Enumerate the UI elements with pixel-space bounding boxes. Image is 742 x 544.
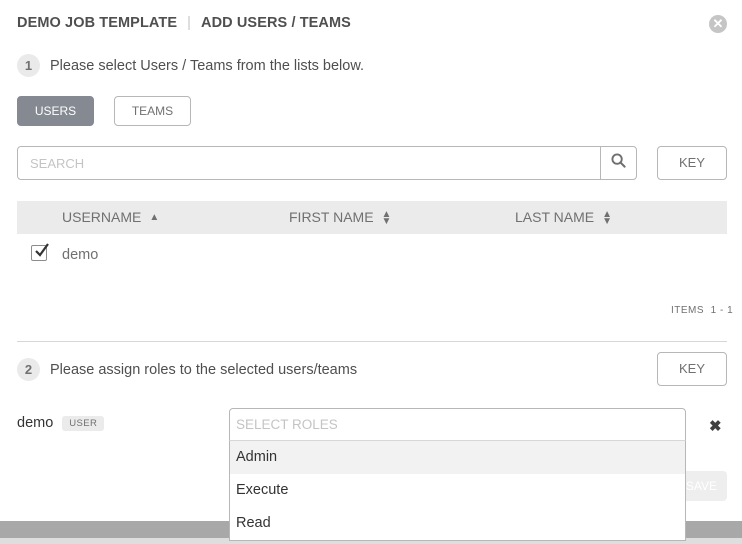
column-first-name[interactable]: FIRST NAME ▲ ▼ [289, 201, 391, 234]
search-bar [17, 146, 637, 180]
roles-input[interactable] [230, 409, 685, 440]
step-instruction: Please assign roles to the selected user… [50, 361, 358, 378]
save-button[interactable]: SAVE [682, 471, 727, 501]
row-checkbox[interactable] [31, 243, 49, 261]
tab-teams[interactable]: TEAMS [114, 96, 191, 126]
items-range: 1 - 1 [710, 305, 734, 316]
items-count: ITEMS 1 - 1 [671, 305, 733, 316]
step-number: 1 [17, 54, 40, 77]
step-1: 1 Please select Users / Teams from the l… [17, 54, 364, 77]
close-icon[interactable]: ✖ [709, 417, 722, 435]
add-users-teams-modal: DEMO JOB TEMPLATE | ADD USERS / TEAMS ✕ … [0, 0, 742, 541]
header-separator: | [187, 15, 192, 31]
search-button[interactable] [600, 147, 636, 179]
section-divider [17, 341, 727, 342]
column-last-name-label: LAST NAME [515, 209, 595, 225]
role-option-read[interactable]: Read [230, 507, 685, 540]
items-label: ITEMS [671, 305, 705, 316]
dialog-title: ADD USERS / TEAMS [201, 15, 351, 31]
search-input[interactable] [18, 147, 600, 179]
column-last-name[interactable]: LAST NAME ▲ ▼ [515, 201, 612, 234]
role-option-admin[interactable]: Admin [230, 441, 685, 474]
user-type-badge: USER [62, 415, 105, 431]
key-button[interactable]: KEY [657, 352, 727, 386]
step-instruction: Please select Users / Teams from the lis… [50, 57, 365, 74]
sort-ascending-icon: ▲ [149, 212, 160, 223]
assignment-name: demo [17, 415, 54, 431]
column-username[interactable]: USERNAME ▲ [62, 201, 159, 234]
sort-icon: ▲ ▼ [381, 208, 392, 227]
modal-header: DEMO JOB TEMPLATE | ADD USERS / TEAMS [17, 15, 351, 31]
search-icon [611, 153, 626, 173]
step-2: 2 Please assign roles to the selected us… [17, 358, 357, 381]
resource-title: DEMO JOB TEMPLATE [17, 15, 178, 31]
roles-select[interactable] [229, 408, 686, 441]
cell-username: demo [62, 247, 99, 263]
table-header: USERNAME ▲ FIRST NAME ▲ ▼ LAST NAME ▲ ▼ [17, 201, 727, 234]
roles-dropdown: Admin Execute Read [229, 440, 686, 541]
sort-icon: ▲ ▼ [602, 208, 613, 227]
checkmark-icon [35, 243, 49, 257]
key-button[interactable]: KEY [657, 146, 727, 180]
assignment-entry: demo USER [17, 415, 105, 431]
column-username-label: USERNAME [62, 209, 142, 225]
column-first-name-label: FIRST NAME [289, 209, 374, 225]
tab-users[interactable]: USERS [17, 96, 94, 126]
close-icon[interactable]: ✕ [709, 15, 727, 33]
table-row[interactable]: demo [17, 240, 727, 270]
step-number: 2 [17, 358, 40, 381]
role-option-execute[interactable]: Execute [230, 474, 685, 507]
